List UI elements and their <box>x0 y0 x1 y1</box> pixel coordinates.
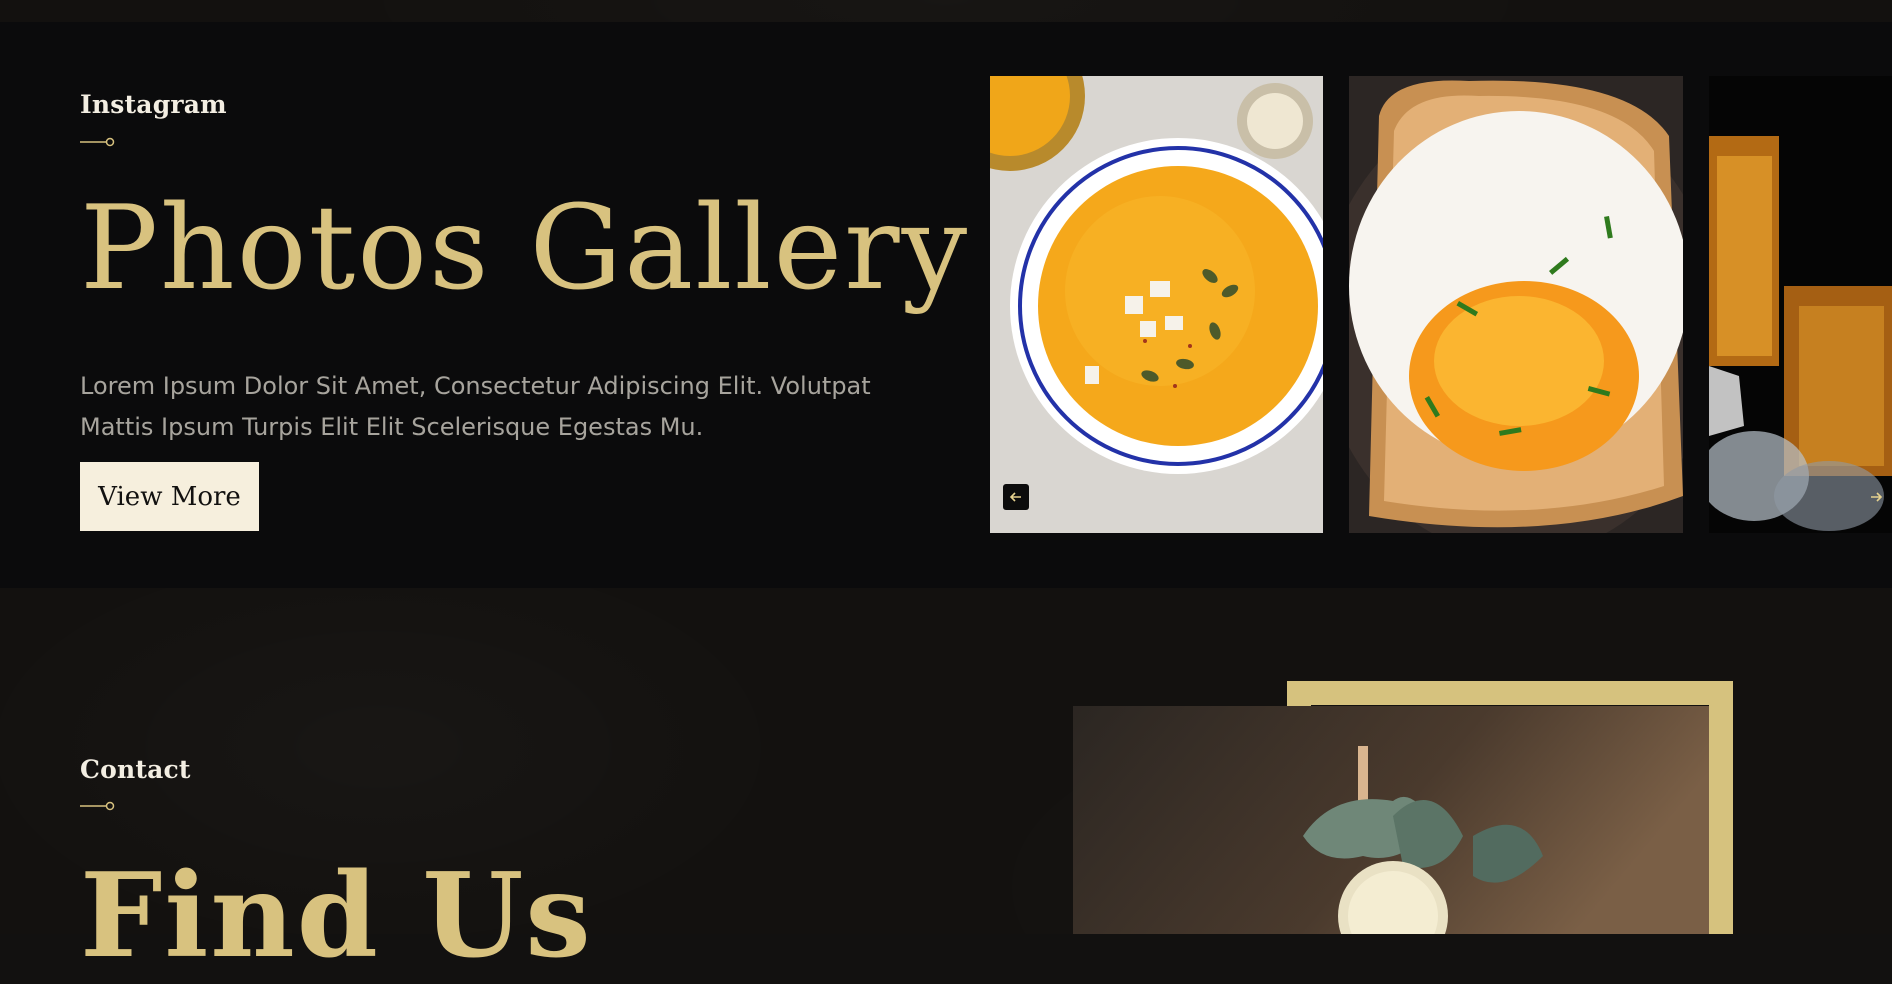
view-more-button[interactable]: View More <box>80 462 259 531</box>
soup-photo <box>990 76 1323 533</box>
divider-ornament <box>80 137 115 147</box>
egg-toast-photo <box>1349 76 1683 533</box>
gallery-photo-whiskey[interactable] <box>1709 76 1892 533</box>
gallery-photo-egg[interactable] <box>1349 76 1683 533</box>
gallery-photo-soup[interactable] <box>990 76 1323 533</box>
contact-title: Find Us <box>80 848 593 984</box>
arrow-right-icon <box>1871 492 1883 502</box>
next-slide-button[interactable] <box>1863 484 1889 510</box>
gallery-description: Lorem Ipsum Dolor Sit Amet, Consectetur … <box>80 372 871 441</box>
contact-eyebrow: Contact <box>80 755 191 784</box>
cocktail-photo <box>1073 706 1709 934</box>
divider-ornament <box>80 801 115 811</box>
contact-photo <box>1073 706 1709 934</box>
whiskey-photo <box>1709 76 1892 533</box>
gallery-eyebrow: Instagram <box>80 90 227 119</box>
gallery-title: Photos Gallery <box>80 181 970 316</box>
arrow-left-icon <box>1009 492 1021 502</box>
prev-slide-button[interactable] <box>1003 484 1029 510</box>
